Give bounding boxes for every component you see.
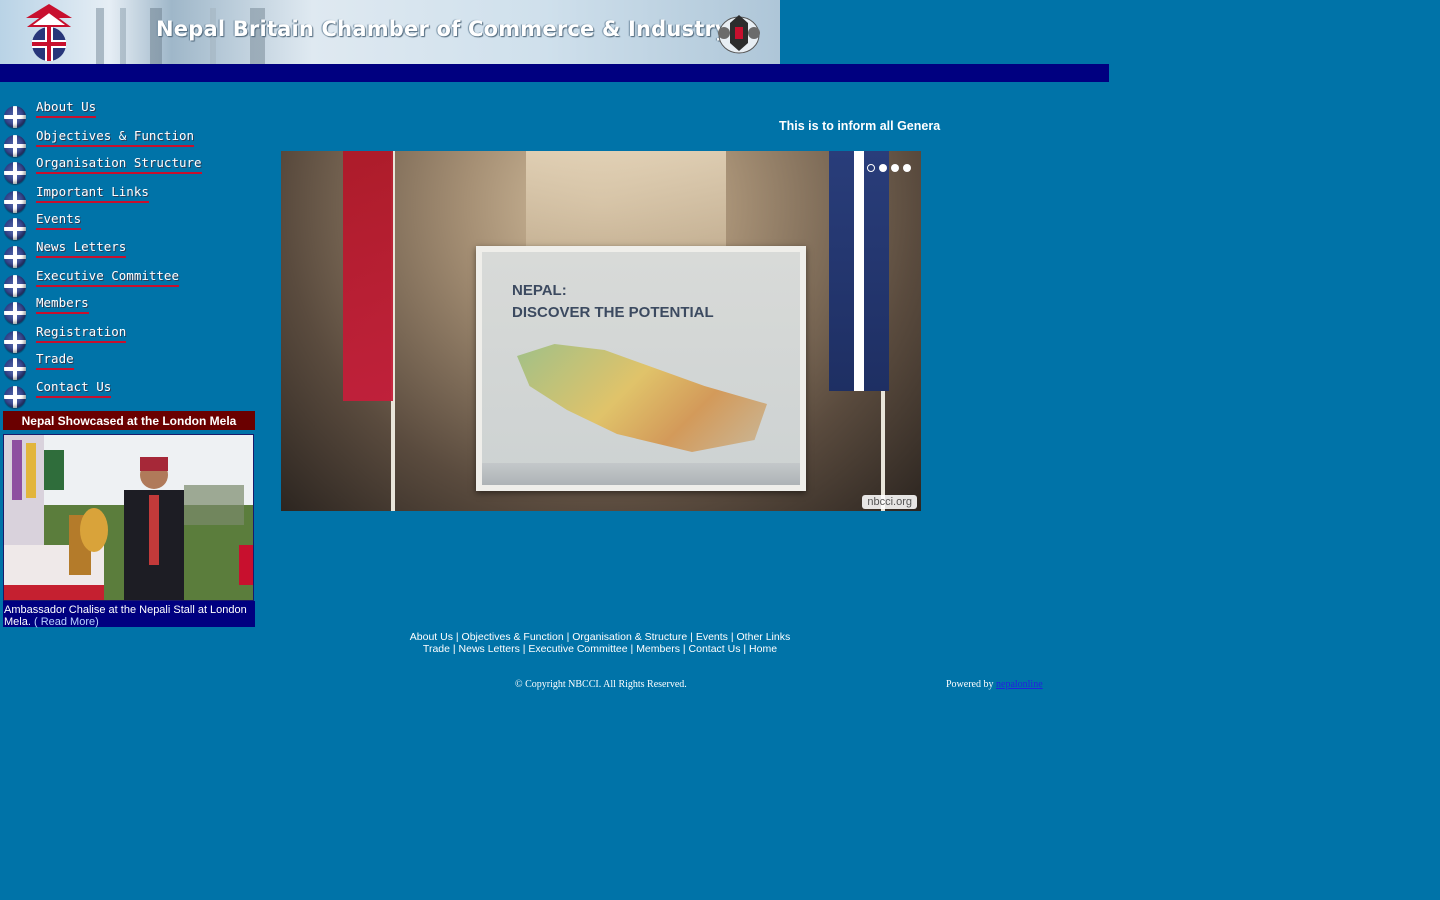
slide-pagination [855, 164, 911, 172]
union-jack-bullet-icon [4, 191, 26, 213]
coat-of-arms-crest [718, 15, 760, 54]
union-jack-bullet-icon [4, 135, 26, 157]
union-jack-bullet-icon [4, 358, 26, 380]
footer-link-contact-us[interactable]: Contact Us [689, 643, 741, 655]
footer-link-other-links[interactable]: Other Links [737, 631, 791, 643]
header-banner: Nepal Britain Chamber of Commerce & Indu… [0, 0, 780, 64]
menu-item-label: Organisation Structure [36, 156, 202, 174]
union-jack-bullet-icon [4, 162, 26, 184]
menu-item-executive-committee[interactable]: Executive Committee [4, 269, 234, 297]
menu-item-contact-us[interactable]: Contact Us [4, 380, 234, 408]
powered-by-prefix: Powered by [946, 679, 996, 690]
menu-item-registration[interactable]: Registration [4, 325, 234, 353]
uk-flag [829, 151, 889, 391]
menu-item-news-letters[interactable]: News Letters [4, 240, 234, 268]
london-mela-photo [4, 435, 253, 600]
menu-item-label: Objectives & Function [36, 129, 195, 147]
news-title[interactable]: Nepal Showcased at the London Mela [3, 411, 255, 432]
pagoda-union-jack-logo [26, 4, 72, 61]
footer-link-events[interactable]: Events [696, 631, 728, 643]
union-jack-bullet-icon [4, 106, 26, 128]
slide-dot[interactable] [891, 164, 899, 172]
news-box: Nepal Showcased at the London Mela Ambas… [3, 411, 255, 628]
menu-item-objectives[interactable]: Objectives & Function [4, 129, 234, 157]
menu-item-organisation-structure[interactable]: Organisation Structure [4, 156, 234, 184]
screen-title-line1: NEPAL: [512, 282, 567, 299]
footer-link-news-letters[interactable]: News Letters [459, 643, 520, 655]
footer-links-row-2: Trade | News Letters | Executive Committ… [400, 643, 800, 656]
footer-link-executive-committee[interactable]: Executive Committee [528, 643, 627, 655]
news-photo[interactable] [3, 434, 254, 601]
nepal-map-graphic [517, 344, 767, 452]
footer-link-trade[interactable]: Trade [423, 643, 450, 655]
menu-item-label: Important Links [36, 185, 149, 203]
screen-title-line2: DISCOVER THE POTENTIAL [512, 304, 714, 321]
menu-item-label: About Us [36, 100, 97, 118]
slide-dot[interactable] [903, 164, 911, 172]
powered-by: Powered by nepalonline [946, 679, 1043, 690]
menu-item-members[interactable]: Members [4, 296, 234, 324]
footer-link-objectives[interactable]: Objectives & Function [462, 631, 564, 643]
union-jack-bullet-icon [4, 302, 26, 324]
projector-screen: NEPAL: DISCOVER THE POTENTIAL [476, 246, 806, 491]
copyright-notice: © Copyright NBCCI. All Rights Reserved. [515, 679, 687, 690]
union-jack-bullet-icon [4, 275, 26, 297]
menu-item-label: Executive Committee [36, 269, 179, 287]
union-jack-bullet-icon [4, 218, 26, 240]
slide-dot[interactable] [879, 164, 887, 172]
slide-credit: nbcci.org [862, 495, 917, 509]
menu-item-label: Trade [36, 352, 74, 370]
menu-item-label: Members [36, 296, 89, 314]
slide-dot-active[interactable] [867, 164, 875, 172]
menu-item-events[interactable]: Events [4, 212, 234, 240]
screen-title: NEPAL: DISCOVER THE POTENTIAL [512, 280, 714, 324]
menu-item-label: News Letters [36, 240, 127, 258]
menu-item-label: Events [36, 212, 82, 230]
screen-base [482, 463, 800, 485]
slide-dot[interactable] [855, 164, 863, 172]
menu-item-label: Registration [36, 325, 127, 343]
powered-by-link[interactable]: nepalonline [996, 679, 1043, 690]
site-title: Nepal Britain Chamber of Commerce & Indu… [156, 17, 729, 41]
union-jack-bullet-icon [4, 331, 26, 353]
footer-link-members[interactable]: Members [636, 643, 680, 655]
menu-item-about-us[interactable]: About Us [4, 100, 234, 128]
header-nav-strip [0, 64, 1109, 82]
footer-link-organisation[interactable]: Organisation & Structure [572, 631, 687, 643]
slideshow[interactable]: NEPAL: DISCOVER THE POTENTIAL nbcci.org [281, 151, 921, 511]
notice-marquee[interactable]: This is to inform all Genera [779, 119, 943, 137]
menu-item-important-links[interactable]: Important Links [4, 185, 234, 213]
read-more-link[interactable]: ( Read More) [34, 616, 99, 628]
footer-link-about-us[interactable]: About Us [410, 631, 453, 643]
menu-item-trade[interactable]: Trade [4, 352, 234, 380]
union-jack-bullet-icon [4, 386, 26, 408]
news-caption: Ambassador Chalise at the Nepali Stall a… [3, 601, 255, 628]
nepal-flag [343, 151, 393, 401]
footer-links: About Us | Objectives & Function | Organ… [400, 631, 800, 656]
footer-link-home[interactable]: Home [749, 643, 777, 655]
union-jack-bullet-icon [4, 246, 26, 268]
menu-item-label: Contact Us [36, 380, 112, 398]
